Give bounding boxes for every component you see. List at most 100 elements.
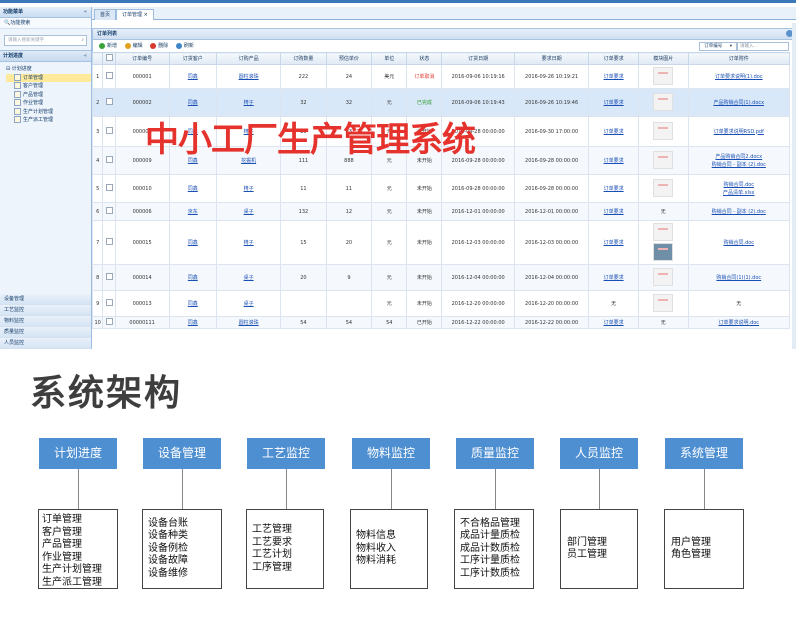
refresh-button[interactable]: 刷新 [175,42,194,49]
row-checkbox[interactable] [105,98,113,105]
customer-cell[interactable]: 同鑫 [168,64,218,89]
collapse-icon[interactable]: « [84,51,87,61]
tab-home[interactable]: 首页 [94,9,117,20]
filter-input[interactable]: 请输入... [737,42,789,51]
tree-item-plan[interactable]: 生产计划管理 [6,107,91,117]
attachment-link[interactable]: 购销合同 - 副本 (2).doc [690,161,788,169]
sidebar-item-staff[interactable]: 人员监控 [0,338,91,349]
attachment-cell[interactable]: 产品购销合同(1).docx [687,88,791,117]
attachment-link[interactable]: 购销合同.doc [690,181,788,189]
image-cell[interactable] [637,220,689,265]
thumbnail-image[interactable] [653,178,674,197]
customer-cell[interactable]: 同鑫 [168,290,218,317]
checkbox-cell[interactable] [102,146,116,175]
tree-item-dispatch[interactable]: 生产派工管理 [6,116,91,125]
edit-button[interactable]: 编辑 [124,42,143,49]
tree-item-job[interactable]: 作业管理 [6,99,91,108]
filter-select[interactable]: 订单编号 ▾ [699,42,737,51]
image-cell[interactable] [637,174,689,203]
row-checkbox[interactable] [105,207,113,214]
attachment-link[interactable]: 产品购销合同(1).docx [690,99,788,107]
attachment-cell[interactable]: 购销合同(1)(1).doc [687,264,791,291]
thumbnail-image[interactable] [653,92,674,111]
requirement-link[interactable]: 订单要求 [604,100,624,106]
customer-cell[interactable]: 同鑫 [168,264,218,291]
checkbox-cell[interactable] [102,220,116,265]
checkbox-cell[interactable] [102,116,116,147]
product-cell[interactable]: 椅子 [216,220,282,265]
attachment-link[interactable]: 购销合同.doc [690,239,788,247]
product-link[interactable]: 椅子 [244,186,254,192]
checkbox-cell[interactable] [102,290,116,317]
attachment-cell[interactable]: 购销合同 - 副本 (2).doc [687,202,791,221]
attachment-cell[interactable]: 订单要求说明RSD.pdf [687,116,791,147]
sidebar-search-row[interactable]: 🔍功能搜索 [0,18,91,29]
product-link[interactable]: 椅子 [244,240,254,246]
select-all-checkbox[interactable] [105,54,113,61]
customer-cell[interactable]: 京东 [168,202,218,221]
sidebar-item-process[interactable]: 工艺监控 [0,305,91,316]
product-link[interactable]: 圆柱滚珠 [239,74,259,80]
attachment-link[interactable]: 购销合同 - 副本 (2).doc [690,208,788,216]
attachment-link[interactable]: 购销合同(1)(1).doc [690,274,788,282]
customer-cell[interactable]: 同鑫 [168,316,218,329]
product-cell[interactable]: 椅子 [216,174,282,203]
attachment-cell[interactable]: 订单要求说明(1).doc [687,64,791,89]
requirement-cell[interactable]: 订单要求 [588,316,639,329]
attachment-link[interactable]: 产品清单.xlsx [690,189,788,197]
row-checkbox[interactable] [105,184,113,191]
attachment-cell[interactable]: 无 [687,290,791,317]
attachment-cell[interactable]: 购销合同.doc 产品清单.xlsx [687,174,791,203]
attachment-cell[interactable]: 购销合同.doc [687,220,791,265]
checkbox-cell[interactable] [102,64,116,89]
checkbox-cell[interactable] [102,88,116,117]
attachment-link[interactable]: 订单要求说明.doc [690,319,788,327]
requirement-link[interactable]: 订单要求 [604,186,624,192]
sidebar-item-material[interactable]: 物料监控 [0,316,91,327]
thumbnail-image[interactable] [653,267,674,286]
product-cell[interactable]: 圆柱滚珠 [216,316,282,329]
collapse-icon[interactable]: « [84,7,87,17]
requirement-link[interactable]: 订单要求 [604,240,624,246]
checkbox-cell[interactable] [102,316,116,329]
search-icon[interactable]: ⌕ [81,36,84,45]
requirement-link[interactable]: 订单要求 [604,74,624,80]
product-link[interactable]: 椅子 [244,100,254,106]
thumbnail-image[interactable] [653,242,674,261]
thumbnail-image[interactable] [653,222,674,241]
close-icon[interactable]: × [144,12,148,18]
product-cell[interactable]: 桌子 [216,202,282,221]
table-row[interactable]: 1 000001 同鑫 圆柱滚珠 222 24 美元 订单取消 2016-09-06 10:19… [91,64,791,89]
row-checkbox[interactable] [105,299,113,306]
requirement-cell[interactable]: 订单要求 [588,146,639,175]
sidebar-item-equipment[interactable]: 设备管理 [0,294,91,305]
customer-cell[interactable]: 同鑫 [168,174,218,203]
attachment-link[interactable]: 产品购销合同2.docx [690,153,788,161]
row-checkbox[interactable] [105,318,113,325]
image-cell[interactable] [637,264,689,291]
customer-link[interactable]: 同鑫 [188,275,198,281]
image-cell[interactable] [637,290,689,317]
add-button[interactable]: 新增 [99,42,117,49]
sidebar-section-plan[interactable]: 计划进度 « [0,50,91,62]
table-row[interactable]: 10 00000111 同鑫 圆柱滚珠 54 54 54 已开始 2016-12-22 00:0… [91,316,791,329]
sidebar-search-input[interactable]: 请输入搜索关键字 ⌕ [4,35,87,46]
checkbox-cell[interactable] [102,264,116,291]
image-cell[interactable] [637,88,689,117]
tree-item-order[interactable]: 订单管理 [6,73,91,82]
table-row[interactable]: 7 000015 同鑫 椅子 15 20 元 未开始 2016-12-03 00:00:00 20… [91,220,791,265]
product-link[interactable]: 桌子 [244,209,254,215]
table-row[interactable]: 8 000014 同鑫 桌子 20 9 元 未开始 2016-12-04 00:00:00 201… [91,264,791,291]
row-checkbox[interactable] [105,273,113,280]
requirement-cell[interactable]: 订单要求 [588,64,639,89]
tree-item-product[interactable]: 产品管理 [6,90,91,100]
checkbox-cell[interactable] [102,174,116,203]
customer-link[interactable]: 同鑫 [188,320,198,326]
image-cell[interactable] [637,64,689,89]
tree-root[interactable]: ⊟ 计划进度 [6,65,91,74]
column-header[interactable] [102,52,116,65]
product-link[interactable]: 桌子 [244,301,254,307]
product-link[interactable]: 圆柱滚珠 [239,320,259,326]
image-cell[interactable] [637,116,689,147]
delete-button[interactable]: 删除 [150,42,168,49]
